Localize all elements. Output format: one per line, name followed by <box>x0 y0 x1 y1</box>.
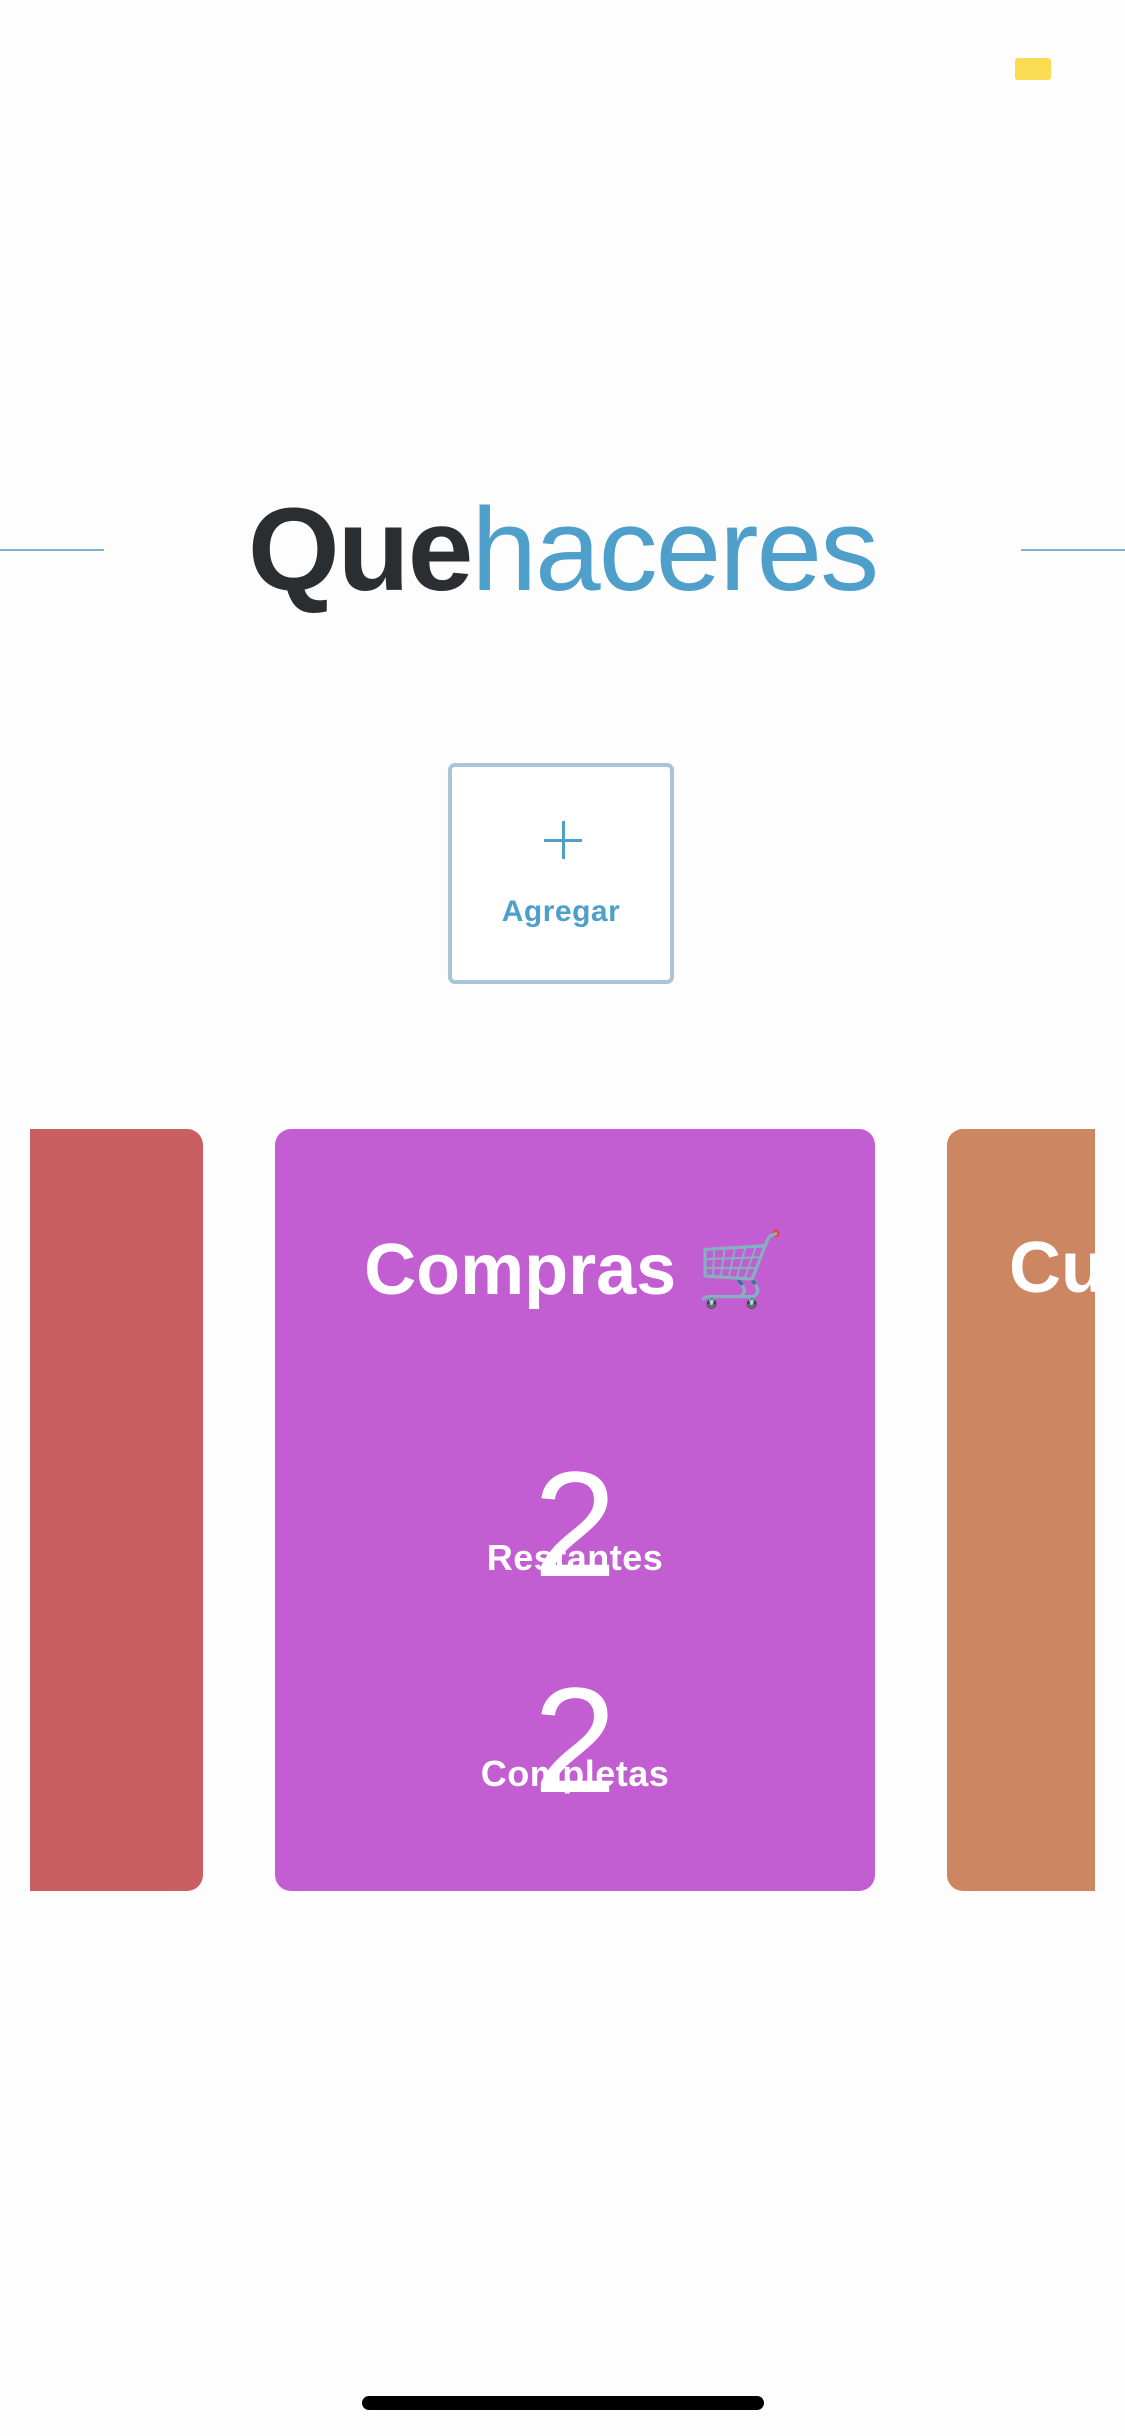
screen: Quehaceres Agregar 🏠 Compras 🛒 2 Restant… <box>0 0 1125 2436</box>
remaining-label: Restantes <box>486 1537 664 1578</box>
card-title-partial: Cu <box>1009 1228 1105 1308</box>
add-button-label: Agregar <box>501 895 621 928</box>
card-title: Compras 🛒 <box>364 1230 786 1310</box>
page-title: Quehaceres <box>0 480 1125 620</box>
add-button[interactable]: Agregar <box>448 763 674 984</box>
plus-icon <box>544 821 582 859</box>
page-title-bold: Que <box>247 484 473 616</box>
home-indicator[interactable] <box>362 2396 764 2410</box>
carousel-left-edge <box>0 1100 30 1920</box>
page-title-light: haceres <box>471 484 879 616</box>
category-card-compras[interactable]: Compras 🛒 2 Restantes 2 Completas <box>275 1129 875 1891</box>
battery-icon <box>1015 58 1051 80</box>
category-card-previous[interactable]: 🏠 <box>0 1129 203 1891</box>
carousel-right-edge <box>1095 1100 1125 1920</box>
completed-label: Completas <box>480 1753 670 1794</box>
